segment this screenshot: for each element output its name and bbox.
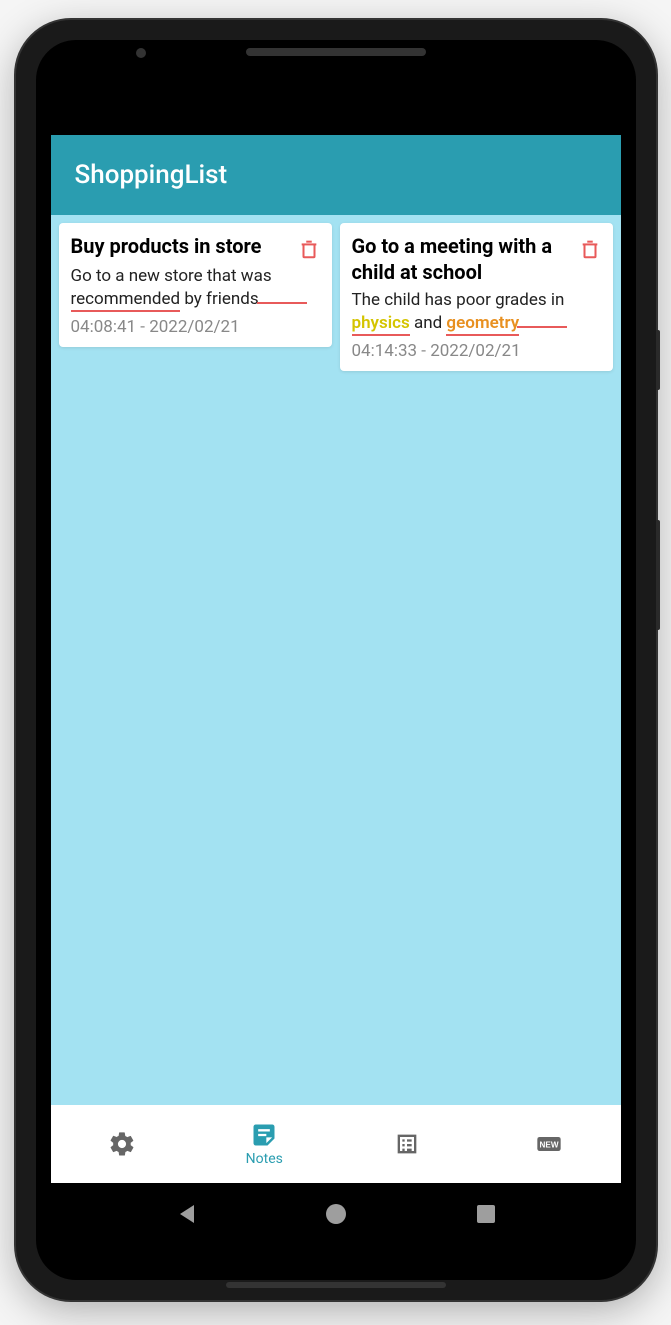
note-card[interactable]: Go to a meeting with a child at school T… (340, 223, 613, 371)
phone-side-button (656, 330, 660, 390)
app-bar: ShoppingList (51, 135, 621, 215)
notes-grid: Buy products in store Go to a new store … (51, 215, 621, 1105)
note-text: by friends (180, 289, 259, 309)
note-text-highlight: geometry (446, 313, 519, 336)
list-icon (393, 1130, 421, 1158)
android-navbar (51, 1183, 621, 1245)
note-text: and (410, 313, 447, 333)
note-text: Go to a new store that was (71, 266, 272, 286)
bottom-nav: Notes NEW (51, 1105, 621, 1183)
nav-list[interactable] (336, 1130, 479, 1158)
phone-side-button (656, 520, 660, 630)
note-text: The child has poor grades in (352, 290, 565, 310)
phone-speaker-top (246, 48, 426, 56)
note-title: Go to a meeting with a child at school (352, 233, 571, 285)
note-text-highlight: physics (352, 313, 410, 336)
new-icon: NEW (535, 1130, 563, 1158)
nav-new[interactable]: NEW (478, 1130, 621, 1158)
spellcheck-line (517, 326, 567, 328)
note-body: Go to a new store that was recommended b… (71, 265, 320, 311)
nav-settings[interactable] (51, 1130, 194, 1158)
note-timestamp: 04:08:41 - 2022/02/21 (71, 317, 320, 337)
note-body: The child has poor grades in physics and… (352, 289, 601, 335)
svg-text:NEW: NEW (540, 1141, 559, 1150)
app-title: ShoppingList (75, 160, 228, 190)
gear-icon (108, 1130, 136, 1158)
android-home-button[interactable] (321, 1199, 351, 1229)
note-card[interactable]: Buy products in store Go to a new store … (59, 223, 332, 347)
spellcheck-line (257, 302, 307, 304)
android-recent-button[interactable] (471, 1199, 501, 1229)
trash-icon[interactable] (298, 237, 320, 261)
phone-camera (136, 48, 146, 58)
android-back-button[interactable] (171, 1199, 201, 1229)
trash-icon[interactable] (579, 237, 601, 261)
note-title: Buy products in store (71, 233, 290, 259)
nav-notes[interactable]: Notes (193, 1121, 336, 1167)
phone-frame: ShoppingList Buy products in store Go to… (16, 20, 656, 1300)
phone-speaker-bottom (226, 1282, 446, 1288)
note-icon (250, 1121, 278, 1149)
app-screen: ShoppingList Buy products in store Go to… (51, 135, 621, 1245)
note-text-underlined: recommended (71, 289, 181, 312)
nav-label: Notes (246, 1151, 283, 1167)
note-timestamp: 04:14:33 - 2022/02/21 (352, 341, 601, 361)
phone-inner: ShoppingList Buy products in store Go to… (36, 40, 636, 1280)
